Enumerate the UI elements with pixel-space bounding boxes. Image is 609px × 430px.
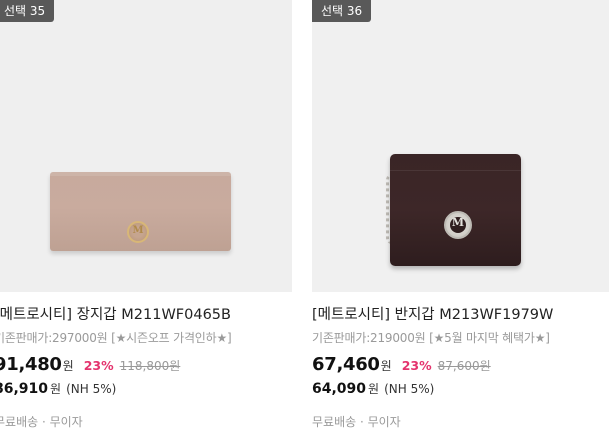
nh-note: (NH 5%): [66, 382, 117, 396]
wallet-flap: [50, 172, 231, 176]
nh-note: (NH 5%): [384, 382, 435, 396]
list-price: 118,800원: [119, 359, 181, 373]
brand-emblem-icon: M: [127, 221, 149, 243]
select-badge[interactable]: 선택 35: [0, 0, 55, 22]
product-card[interactable]: M 선택 36 [메트로시티] 반지갑 M213WF1979W 기존판매가:21…: [312, 0, 609, 429]
currency-label: 원: [380, 359, 392, 373]
sale-price: 91,480: [0, 354, 62, 375]
select-badge[interactable]: 선택 36: [312, 0, 372, 22]
original-price-note: 기존판매가:219000원 [★5월 마지막 혜택가★]: [312, 331, 550, 345]
product-title[interactable]: [메트로시티] 반지갑 M213WF1979W: [312, 303, 553, 324]
discount-rate: 23%: [401, 358, 432, 373]
long-wallet-image: M: [50, 172, 231, 251]
price-row: 91,480 원 23% 118,800원: [0, 354, 180, 375]
currency-label: 원: [62, 359, 74, 373]
product-image[interactable]: M: [312, 0, 609, 292]
nh-price: 64,090: [312, 381, 367, 397]
shipping-info: 무료배송 · 무이자: [0, 415, 83, 429]
original-price-note: 기존판매가:297000원 [★시즌오프 가격인하★]: [0, 331, 232, 345]
nh-price: 86,910: [0, 381, 49, 397]
nh-currency-label: 원: [50, 382, 62, 396]
nh-currency-label: 원: [368, 382, 380, 396]
discount-rate: 23%: [83, 358, 114, 373]
product-title[interactable]: [메트로시티] 장지갑 M211WF0465B: [0, 303, 231, 324]
list-price: 87,600원: [437, 359, 491, 373]
shipping-info: 무료배송 · 무이자: [312, 415, 401, 429]
product-image[interactable]: M: [0, 0, 292, 292]
wallet-seam: [390, 170, 521, 171]
brand-emblem-icon: M: [444, 211, 472, 239]
sale-price: 67,460: [312, 354, 380, 375]
bifold-wallet-image: M: [390, 154, 521, 266]
nh-price-row: 64,090 원 (NH 5%): [312, 380, 434, 397]
price-row: 67,460 원 23% 87,600원: [312, 354, 491, 375]
product-card[interactable]: M 선택 35 [메트로시티] 장지갑 M211WF0465B 기존판매가:29…: [0, 0, 292, 429]
nh-price-row: 86,910 원 (NH 5%): [0, 380, 116, 397]
